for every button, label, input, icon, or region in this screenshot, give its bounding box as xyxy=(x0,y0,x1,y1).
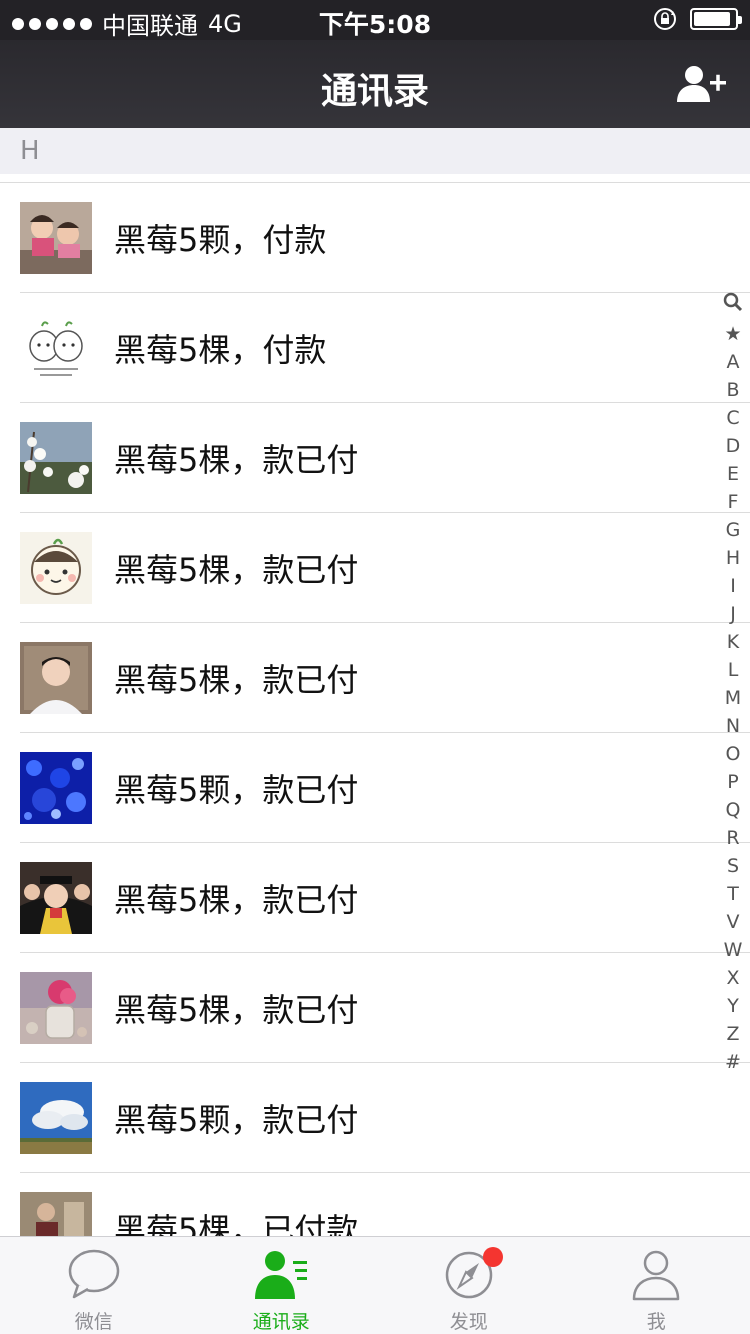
index-letter[interactable]: I xyxy=(720,572,746,600)
contact-name: 黑莓5颗，付款 xyxy=(114,221,327,259)
contact-avatar xyxy=(20,532,92,604)
contact-name: 黑莓5棵，款已付 xyxy=(114,441,359,479)
index-letter[interactable]: J xyxy=(720,600,746,628)
tab-me[interactable]: 我 xyxy=(563,1237,750,1334)
contact-name: 黑莓5颗，款已付 xyxy=(114,771,359,809)
tab-label: 发现 xyxy=(449,1311,488,1333)
index-letter[interactable]: C xyxy=(720,404,746,432)
contact-avatar xyxy=(20,752,92,824)
contact-avatar xyxy=(20,642,92,714)
nav-bar: 通讯录 xyxy=(0,40,750,128)
index-search-icon[interactable] xyxy=(720,292,746,320)
contact-name: 黑莓5棵，已付款 xyxy=(114,1211,359,1236)
contact-name: 黑莓5棵，付款 xyxy=(114,331,327,369)
page-title: 通讯录 xyxy=(320,71,429,112)
contact-avatar xyxy=(20,972,92,1044)
contact-name: 黑莓5棵，款已付 xyxy=(114,661,359,699)
contact-name: 黑莓5棵，款已付 xyxy=(114,881,359,919)
index-letter[interactable]: T xyxy=(720,880,746,908)
index-letter[interactable]: F xyxy=(720,488,746,516)
contact-avatar xyxy=(20,312,92,384)
add-friend-icon xyxy=(677,66,726,102)
contact-row[interactable]: 黑莓5棵，款已付 xyxy=(0,403,750,513)
index-letter[interactable]: V xyxy=(720,908,746,936)
section-header: H xyxy=(0,128,750,174)
index-letter[interactable]: Q xyxy=(720,796,746,824)
tab-chats[interactable]: 微信 xyxy=(0,1237,188,1334)
contact-avatar xyxy=(20,1192,92,1236)
contact-row[interactable]: 黑莓5棵，款已付 xyxy=(0,953,750,1063)
index-letter[interactable]: N xyxy=(720,712,746,740)
status-bar: 中国联通 4G 下午5:08 xyxy=(0,0,750,40)
index-letter[interactable]: H xyxy=(720,544,746,572)
contact-avatar xyxy=(20,1082,92,1154)
index-letter[interactable]: B xyxy=(720,376,746,404)
index-letter[interactable]: R xyxy=(720,824,746,852)
alphabet-index-bar[interactable]: ★ A B C D E F G H I J K L M N O P Q R S … xyxy=(720,292,746,1076)
contact-row[interactable]: 黑莓5棵，款已付 xyxy=(0,843,750,953)
contact-row[interactable]: 黑莓5棵，已付款 xyxy=(0,1173,750,1236)
contact-name: 黑莓5棵，款已付 xyxy=(114,991,359,1029)
person-icon xyxy=(626,1247,686,1303)
index-star[interactable]: ★ xyxy=(720,320,746,348)
contacts-icon xyxy=(251,1247,311,1303)
contact-row[interactable]: 黑莓5颗，付款 xyxy=(0,183,750,293)
index-letter[interactable]: A xyxy=(720,348,746,376)
index-letter[interactable]: Y xyxy=(720,992,746,1020)
contact-row[interactable]: 黑莓5棵，款已付 xyxy=(0,513,750,623)
index-letter[interactable]: W xyxy=(720,936,746,964)
tab-label: 微信 xyxy=(74,1311,113,1333)
contact-row[interactable]: 黑莓5棵，款已付 xyxy=(0,623,750,733)
index-letter[interactable]: P xyxy=(720,768,746,796)
contact-avatar xyxy=(20,422,92,494)
add-friend-button[interactable] xyxy=(676,64,728,106)
tab-contacts[interactable]: 通讯录 xyxy=(188,1237,376,1334)
index-letter[interactable]: X xyxy=(720,964,746,992)
chat-bubble-icon xyxy=(64,1247,124,1303)
index-letter[interactable]: E xyxy=(720,460,746,488)
index-letter[interactable]: O xyxy=(720,740,746,768)
status-time: 下午5:08 xyxy=(318,10,432,39)
contact-name: 黑莓5棵，款已付 xyxy=(114,551,359,589)
contact-avatar xyxy=(20,862,92,934)
tab-discover[interactable]: 发现 xyxy=(375,1237,563,1334)
index-letter[interactable]: S xyxy=(720,852,746,880)
notification-badge xyxy=(482,1247,503,1267)
rotation-lock-icon xyxy=(654,8,676,30)
contact-name: 黑莓5颗，款已付 xyxy=(114,1101,359,1139)
index-hash[interactable]: # xyxy=(720,1048,746,1076)
contact-avatar xyxy=(20,202,92,274)
index-letter[interactable]: D xyxy=(720,432,746,460)
compass-icon xyxy=(439,1247,503,1303)
contact-row[interactable]: 黑莓5颗，款已付 xyxy=(0,733,750,843)
index-letter[interactable]: M xyxy=(720,684,746,712)
battery-icon xyxy=(690,8,742,30)
index-letter[interactable]: L xyxy=(720,656,746,684)
index-letter[interactable]: Z xyxy=(720,1020,746,1048)
contact-row[interactable]: 黑莓5颗，款已付 xyxy=(0,1063,750,1173)
contact-list[interactable]: 黑莓5颗，付款 黑莓5棵，付款 黑莓5棵，款已付 黑莓5棵，款已付 黑莓5棵，款… xyxy=(0,182,750,1236)
tab-bar: 微信 通讯录 发现 我 xyxy=(0,1236,750,1334)
contact-row[interactable]: 黑莓5棵，付款 xyxy=(0,293,750,403)
index-letter[interactable]: K xyxy=(720,628,746,656)
tab-label: 我 xyxy=(646,1311,666,1333)
index-letter[interactable]: G xyxy=(720,516,746,544)
tab-label: 通讯录 xyxy=(252,1311,310,1333)
